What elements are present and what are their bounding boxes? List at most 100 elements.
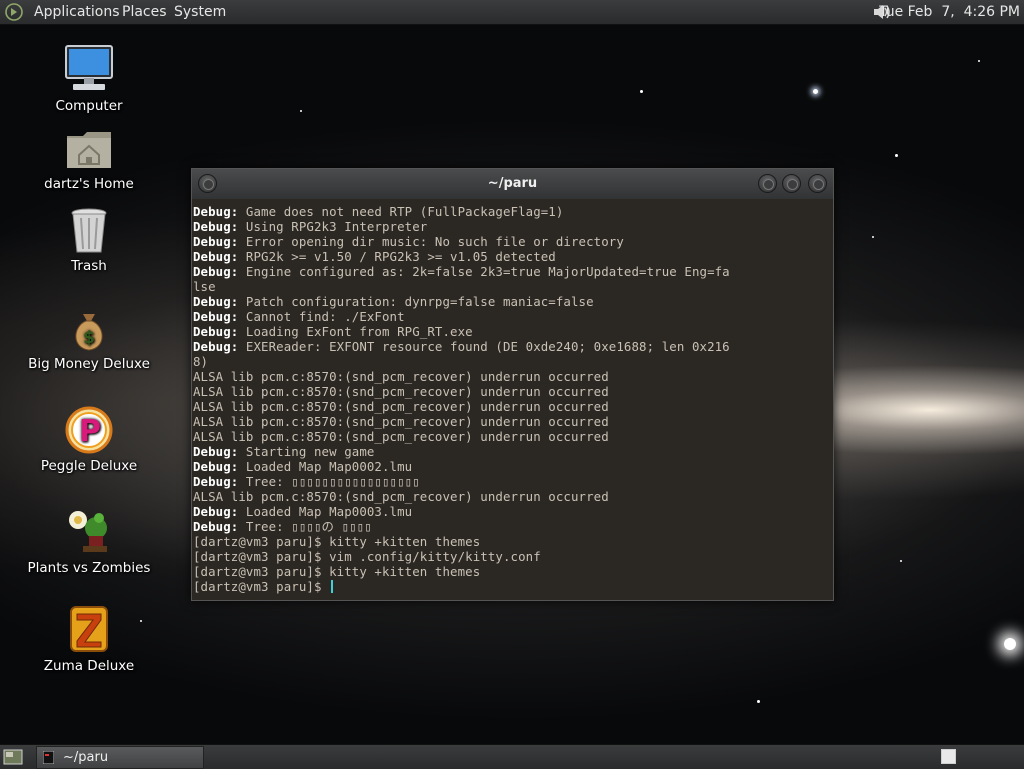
terminal-line-text: Patch configuration: dynrpg=false maniac… [238,294,594,309]
terminal-line-text: Loaded Map Map0002.lmu [238,459,413,474]
terminal-line-text: RPG2k >= v1.50 / RPG2k3 >= v1.05 detecte… [238,249,556,264]
debug-prefix: Debug: [193,249,239,264]
debug-prefix: Debug: [193,294,239,309]
terminal-line-text: Error opening dir music: No such file or… [238,234,624,249]
debug-prefix: Debug: [193,264,239,279]
terminal-line-text: EXEReader: EXFONT resource found (DE 0xd… [238,339,730,354]
terminal-line: Debug: Cannot find: ./ExFont [193,309,833,324]
menu-applications[interactable]: Applications [34,3,120,21]
star [978,60,980,62]
desktop-icon-label: Peggle Deluxe [40,458,138,474]
window-title: ~/paru [487,176,538,191]
taskbar-item-label: ~/paru [63,750,109,765]
terminal-line-text: ALSA lib pcm.c:8570:(snd_pcm_recover) un… [193,414,609,429]
terminal-output[interactable]: Debug: Game does not need RTP (FullPacka… [193,204,833,594]
desktop-icon-computer[interactable]: Computer [24,44,154,114]
gnome-foot-icon[interactable] [5,3,23,21]
terminal-line: ALSA lib pcm.c:8570:(snd_pcm_recover) un… [193,384,833,399]
debug-prefix: Debug: [193,309,239,324]
terminal-line-text: 8) [193,354,209,369]
terminal-line-text: ALSA lib pcm.c:8570:(snd_pcm_recover) un… [193,384,609,399]
desktop-icon-trash[interactable]: Trash [24,208,154,274]
peggle-icon: P [65,406,113,454]
terminal-line: Debug: Tree: ▯▯▯▯の ▯▯▯▯ [193,519,833,534]
terminal-line: [dartz@vm3 paru]$ kitty +kitten themes [193,534,833,549]
terminal-line: ALSA lib pcm.c:8570:(snd_pcm_recover) un… [193,414,833,429]
terminal-line: Debug: Using RPG2k3 Interpreter [193,219,833,234]
close-button[interactable] [808,174,827,193]
terminal-line-text: [dartz@vm3 paru]$ kitty +kitten themes [193,534,481,549]
terminal-line: Debug: Loading ExFont from RPG_RT.exe [193,324,833,339]
terminal-line: Debug: RPG2k >= v1.50 / RPG2k3 >= v1.05 … [193,249,833,264]
text-cursor [331,580,334,593]
debug-prefix: Debug: [193,339,239,354]
debug-prefix: Debug: [193,504,239,519]
terminal-line: ALSA lib pcm.c:8570:(snd_pcm_recover) un… [193,399,833,414]
minimize-button[interactable] [758,174,777,193]
terminal-prompt-line[interactable]: [dartz@vm3 paru]$ [193,579,833,594]
terminal-line: [dartz@vm3 paru]$ vim .config/kitty/kitt… [193,549,833,564]
terminal-line-text: ALSA lib pcm.c:8570:(snd_pcm_recover) un… [193,369,609,384]
trash-icon [71,208,107,253]
star [895,154,898,157]
star [640,90,643,93]
menu-system[interactable]: System [174,3,226,21]
money-bag-icon: $ [75,314,103,351]
terminal-line-text: ALSA lib pcm.c:8570:(snd_pcm_recover) un… [193,489,609,504]
terminal-line: Debug: Starting new game [193,444,833,459]
desktop-icon-big-money[interactable]: $ Big Money Deluxe [24,310,154,372]
terminal-line: Debug: Patch configuration: dynrpg=false… [193,294,833,309]
terminal-line: Debug: Tree: ▯▯▯▯▯▯▯▯▯▯▯▯▯▯▯▯▯ [193,474,833,489]
debug-prefix: Debug: [193,459,239,474]
desktop-icon-label: Zuma Deluxe [43,658,135,674]
star [872,236,874,238]
terminal-line: Debug: Loaded Map Map0003.lmu [193,504,833,519]
terminal-line: Debug: Engine configured as: 2k=false 2k… [193,264,833,279]
top-panel: Applications Places System Tue Feb 7, 4:… [0,0,1024,25]
menu-places[interactable]: Places [122,3,167,21]
terminal-window[interactable]: ~/paru Debug: Game does not need RTP (Fu… [191,168,834,601]
desktop-icon-plants-vs-zombies[interactable]: Plants vs Zombies [24,506,154,576]
terminal-line-text: Loaded Map Map0003.lmu [238,504,413,519]
window-titlebar[interactable]: ~/paru [192,169,833,199]
bottom-panel: ~/paru [0,744,1024,769]
terminal-line-text: Tree: ▯▯▯▯▯▯▯▯▯▯▯▯▯▯▯▯▯ [238,474,420,489]
desktop-icon-label: dartz's Home [44,176,134,192]
star [757,700,760,703]
terminal-line: ALSA lib pcm.c:8570:(snd_pcm_recover) un… [193,489,833,504]
terminal-line: Debug: Game does not need RTP (FullPacka… [193,204,833,219]
desktop-icon-peggle[interactable]: P Peggle Deluxe [24,406,154,474]
terminal-line-text: Cannot find: ./ExFont [238,309,405,324]
terminal-icon [43,751,54,764]
desktop-icon-label: Computer [55,98,123,114]
desktop-icon-label: Big Money Deluxe [28,356,150,372]
terminal-line-text: Tree: ▯▯▯▯の ▯▯▯▯ [238,519,372,534]
svg-text:P: P [79,414,101,449]
debug-prefix: Debug: [193,204,239,219]
terminal-line-text: ALSA lib pcm.c:8570:(snd_pcm_recover) un… [193,429,609,444]
terminal-line: Debug: Error opening dir music: No such … [193,234,833,249]
clock[interactable]: Tue Feb 7, 4:26 PM [879,3,1020,21]
debug-prefix: Debug: [193,234,239,249]
debug-prefix: Debug: [193,219,239,234]
desktop-icon-zuma[interactable]: Zuma Deluxe [24,604,154,674]
taskbar-item-terminal[interactable]: ~/paru [36,746,204,769]
terminal-line: [dartz@vm3 paru]$ kitty +kitten themes [193,564,833,579]
terminal-line: Debug: EXEReader: EXFONT resource found … [193,339,833,354]
desktop-icon-label: Trash [71,258,107,274]
zuma-icon [70,606,108,652]
home-folder-icon [67,132,111,168]
workspace-switcher[interactable] [941,749,956,764]
debug-prefix: Debug: [193,474,239,489]
terminal-line-text: Using RPG2k3 Interpreter [238,219,428,234]
desktop-icon-label: Plants vs Zombies [27,560,151,576]
debug-prefix: Debug: [193,519,239,534]
plants-vs-zombies-icon [69,511,107,552]
star [900,560,902,562]
desktop-icon-home[interactable]: dartz's Home [24,128,154,192]
maximize-button[interactable] [782,174,801,193]
window-menu-button[interactable] [198,174,217,193]
terminal-line: ALSA lib pcm.c:8570:(snd_pcm_recover) un… [193,429,833,444]
show-desktop-icon[interactable] [3,748,23,766]
terminal-line: Debug: Loaded Map Map0002.lmu [193,459,833,474]
